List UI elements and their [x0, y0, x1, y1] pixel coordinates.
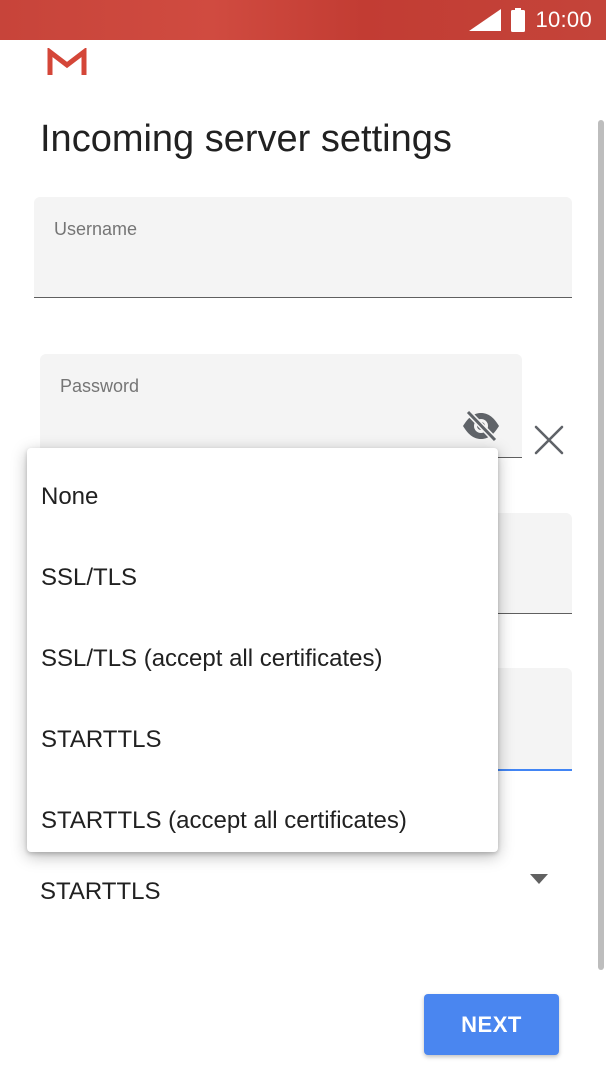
- visibility-off-icon[interactable]: [462, 409, 500, 443]
- clear-icon[interactable]: [533, 424, 565, 456]
- next-button[interactable]: NEXT: [424, 994, 559, 1055]
- status-bar: 10:00: [0, 0, 606, 40]
- dropdown-arrow-icon[interactable]: [530, 874, 548, 884]
- security-type-value: STARTTLS: [40, 878, 161, 905]
- page-title: Incoming server settings: [40, 118, 452, 160]
- menu-item-none[interactable]: None: [27, 457, 498, 538]
- menu-item-starttls[interactable]: STARTTLS: [27, 699, 498, 780]
- scrollbar[interactable]: [598, 120, 604, 970]
- status-icons: 10:00: [469, 6, 592, 34]
- username-field[interactable]: Username: [34, 197, 572, 298]
- username-label: Username: [54, 219, 138, 239]
- password-label: Password: [60, 376, 140, 396]
- menu-item-ssl-tls[interactable]: SSL/TLS: [27, 538, 498, 619]
- status-time: 10:00: [535, 7, 592, 32]
- menu-item-ssl-tls-accept-all[interactable]: SSL/TLS (accept all certificates): [27, 619, 498, 700]
- signal-icon: [469, 9, 502, 31]
- password-field[interactable]: Password: [40, 354, 522, 458]
- port-field[interactable]: [496, 668, 572, 771]
- battery-icon: [511, 8, 526, 32]
- server-field[interactable]: [496, 513, 572, 614]
- gmail-logo: [47, 48, 87, 75]
- security-type-select[interactable]: STARTTLS: [40, 868, 560, 912]
- security-type-dropdown: None SSL/TLS SSL/TLS (accept all certifi…: [27, 448, 498, 852]
- menu-item-starttls-accept-all[interactable]: STARTTLS (accept all certificates): [27, 780, 498, 861]
